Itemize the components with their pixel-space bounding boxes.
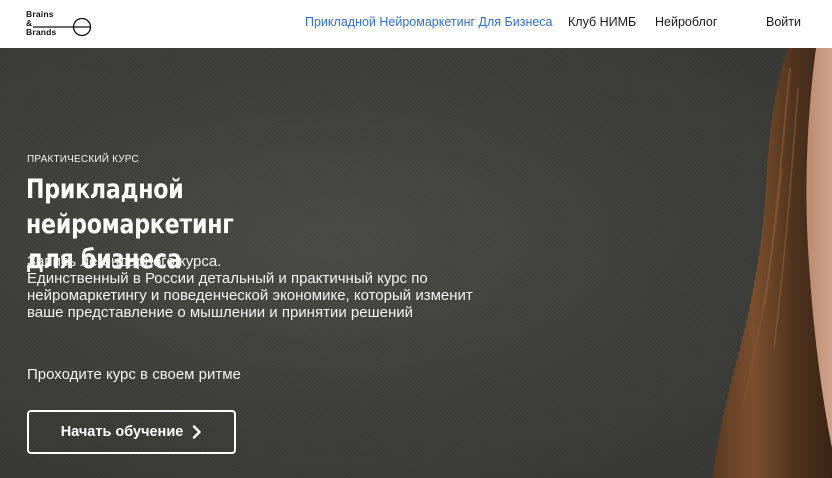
course-kicker: ПРАКТИЧЕСКИЙ КУРС <box>27 154 139 165</box>
nav-link-blog[interactable]: Нейроблог <box>655 15 717 29</box>
start-learning-button[interactable]: Начать обучение <box>27 410 236 454</box>
self-paced-note: Проходите курс в своем ритме <box>27 366 241 383</box>
chevron-right-icon <box>193 425 201 439</box>
description-intro: Запись легендарного курса. <box>27 253 222 270</box>
hero-section: ПРАКТИЧЕСКИЙ КУРС Прикладной нейромаркет… <box>0 48 832 478</box>
site-header: Brains & Brands Прикладной Нейромаркетин… <box>0 0 832 48</box>
nav-link-course[interactable]: Прикладной Нейромаркетинг Для Бизнеса <box>305 15 553 29</box>
course-description: Запись легендарного курса. Единственный … <box>27 253 487 321</box>
woman-hair-photo <box>712 48 832 478</box>
logo-word-brands: Brands <box>26 27 57 37</box>
nav-link-club[interactable]: Клуб НИМБ <box>568 15 636 29</box>
login-link[interactable]: Войти <box>766 15 801 29</box>
title-line-1: Прикладной нейромаркетинг <box>26 174 234 240</box>
description-body: Единственный в России детальный и практи… <box>27 270 473 321</box>
start-learning-label: Начать обучение <box>60 424 184 440</box>
brains-and-brands-logo[interactable]: Brains & Brands <box>26 10 92 40</box>
